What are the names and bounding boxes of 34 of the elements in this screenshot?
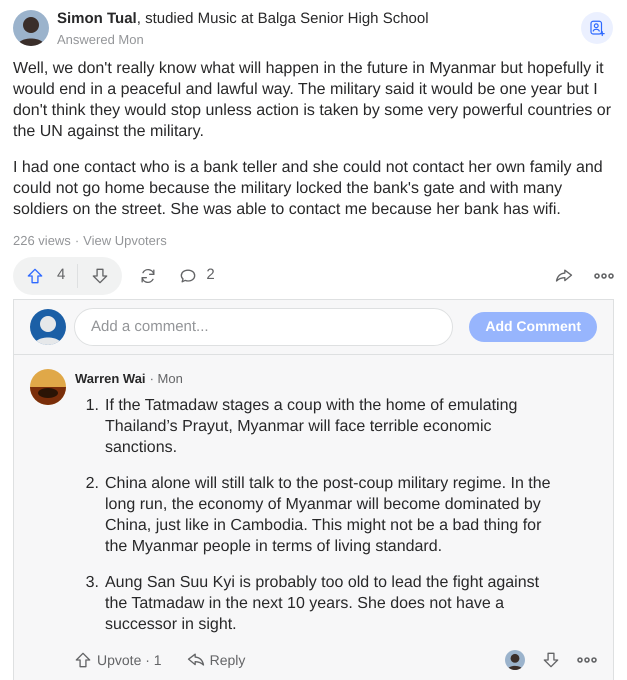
downvote-button[interactable] [541,650,561,670]
comment-input[interactable]: Add a comment... [74,308,454,346]
comment-paragraph: Aung San Suu Kyi is probably too old to lead the fight against the Tatmadaw in the next 10 years. She does not have a successor in sight. [105,572,540,634]
upvote-button[interactable]: 4 [25,264,66,287]
more-icon [577,656,597,664]
commenter-name: Warren Wai [75,370,146,388]
answer-paragraph: Well, we don't really know what will happen in the future in Myanmar but hopefully it would end in a peaceful and lawful way. The military said it would be one year but I don't think they would stop unless action is taken by some very powerful countries or the UN against the military. [13,59,612,142]
more-icon [594,272,614,280]
follow-button[interactable] [581,12,613,44]
more-button[interactable] [577,656,597,664]
list-number: 2. [84,474,100,494]
view-upvoters-link[interactable]: View Upvoters [83,231,167,250]
separator: · [74,232,80,250]
comment-paragraph: If the Tatmadaw stages a coup with the home of emulating Thailand’s Prayut, Myanmar will face terrible economic sanctions. [105,396,518,458]
answer-time: Answered Mon [57,32,145,48]
more-button[interactable] [594,272,614,280]
upvote-button[interactable]: Upvote · 1 [73,650,162,670]
list-number: 1. [84,396,100,416]
add-person-icon [588,19,606,37]
comment-time: · Mon [150,370,183,388]
upvote-icon [73,650,93,670]
view-count: 226 views [13,232,71,250]
author-line: Simon Tual, studied Music at Balga Senior High School [57,10,430,29]
downvote-icon [541,650,561,670]
avatar [30,368,66,404]
comment-paragraph: China alone will still talk to the post-coup military regime. In the long run, the economy of Myanmar will become dominated by China, just like in Cambodia. This might not be a bad thing for the Myanmar people in terms of living standard. [105,474,552,556]
comment-button[interactable]: 2 [178,264,215,287]
avatar [30,308,66,344]
list-number: 3. [84,572,100,592]
avatar [505,650,525,670]
avatar [13,10,49,46]
reply-button[interactable]: Reply [186,650,246,670]
upvote-icon [25,266,45,286]
answer-paragraph: I had one contact who is a bank teller and she could not contact her own family and could not go home because the military locked the bank's gate and with many soldiers on the street. She was able to contact me because her bank has wifi. [13,158,604,220]
